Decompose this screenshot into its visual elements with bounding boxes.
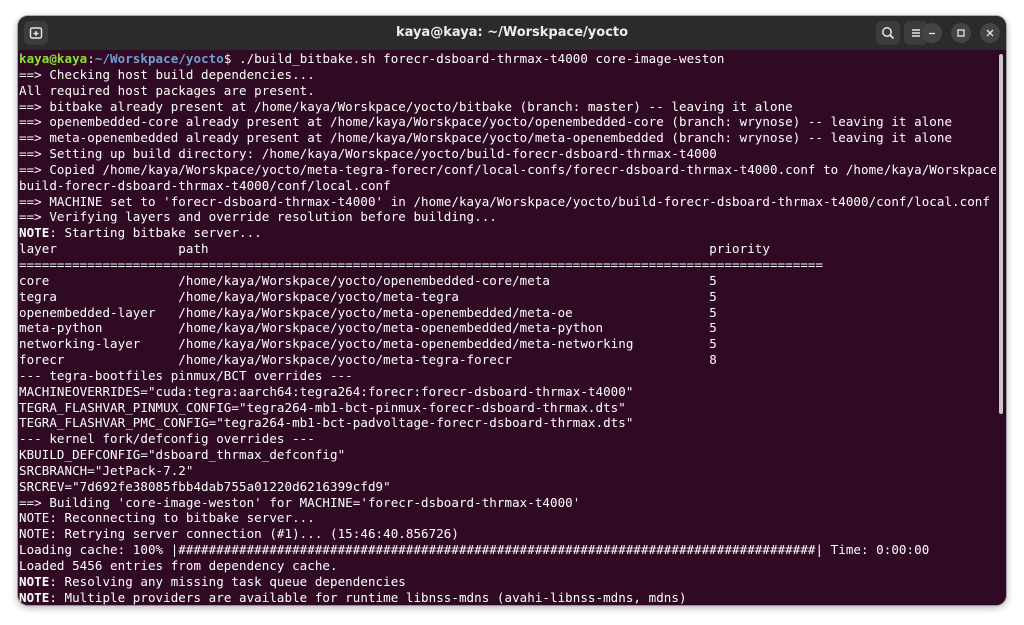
terminal-line-text: ========================================…: [19, 256, 824, 272]
prompt-user: kaya@kaya: [19, 51, 88, 66]
terminal-line-text: forecr /home/kaya/Worskpace/yocto/meta-t…: [19, 352, 717, 368]
note-prefix: NOTE: [19, 573, 50, 589]
terminal-line-text: NOTE: Retrying server connection (#1)...…: [19, 526, 459, 542]
terminal-line-text: core /home/kaya/Worskpace/yocto/openembe…: [19, 272, 717, 288]
prompt-symbol: $: [223, 51, 240, 66]
terminal-line-text: ==> bitbake already present at /home/kay…: [19, 98, 793, 114]
terminal-line: build-forecr-dsboard-thrmax-t4000/conf/l…: [19, 178, 996, 194]
terminal-line-text: TEGRA_FLASHVAR_PINMUX_CONFIG="tegra264-m…: [19, 399, 626, 415]
terminal-line-text: ==> Checking host build dependencies...: [19, 66, 315, 82]
terminal-line: Loading cache: 100% |###################…: [19, 542, 996, 558]
terminal-line-text: networking-layer /home/kaya/Worskpace/yo…: [19, 336, 717, 352]
terminal-window: kaya@kaya: ~/Worskpace/yocto kaya@kaya:~…: [18, 16, 1006, 605]
close-button[interactable]: [980, 23, 1000, 43]
terminal-line-text: MACHINEOVERRIDES="cuda:tegra:aarch64:teg…: [19, 383, 634, 399]
terminal-line-text: KBUILD_DEFCONFIG="dsboard_thrmax_defconf…: [19, 447, 346, 463]
terminal-line: NOTE: Resolving any missing task queue d…: [19, 574, 996, 590]
terminal-line: ==> Checking host build dependencies...: [19, 67, 996, 83]
terminal-line: SRCREV="7d692fe38085fbb4dab755a01220d621…: [19, 479, 996, 495]
terminal-line: ==> bitbake already present at /home/kay…: [19, 99, 996, 115]
terminal-output[interactable]: kaya@kaya:~/Worskpace/yocto$ ./build_bit…: [18, 50, 996, 605]
title-bar[interactable]: kaya@kaya: ~/Worskpace/yocto: [18, 16, 1006, 50]
terminal-line: All required host packages are present.: [19, 83, 996, 99]
terminal-line-text: : Multiple providers are available for r…: [49, 589, 687, 605]
terminal-line: ==> meta-openembedded already present at…: [19, 130, 996, 146]
terminal-line-text: layer path priority: [19, 241, 770, 257]
terminal-line: TEGRA_FLASHVAR_PMC_CONFIG="tegra264-mb1-…: [19, 415, 996, 431]
terminal-line-text: Loading cache: 100% |###################…: [19, 542, 930, 558]
terminal-line-text: All required host packages are present.: [19, 82, 315, 98]
terminal-line: NOTE: Multiple providers are available f…: [19, 590, 996, 605]
note-prefix: NOTE: [19, 589, 50, 605]
terminal-line: meta-python /home/kaya/Worskpace/yocto/m…: [19, 320, 996, 336]
terminal-line-text: : Resolving any missing task queue depen…: [49, 573, 406, 589]
terminal-line: KBUILD_DEFCONFIG="dsboard_thrmax_defconf…: [19, 447, 996, 463]
terminal-line-text: ==> meta-openembedded already present at…: [19, 130, 953, 146]
maximize-button[interactable]: [951, 23, 971, 43]
terminal-line: NOTE: Retrying server connection (#1)...…: [19, 526, 996, 542]
terminal-line: SRCBRANCH="JetPack-7.2": [19, 463, 996, 479]
terminal-line-text: meta-python /home/kaya/Worskpace/yocto/m…: [19, 320, 717, 336]
terminal-line: ==> Setting up build directory: /home/ka…: [19, 146, 996, 162]
terminal-line-text: ==> Copied /home/kaya/Worskpace/yocto/me…: [19, 161, 996, 177]
terminal-line-text: ==> openembedded-core already present at…: [19, 114, 953, 130]
minimize-button[interactable]: [922, 23, 942, 43]
terminal-line-text: Loaded 5456 entries from dependency cach…: [19, 558, 338, 573]
terminal-line: NOTE: Starting bitbake server...: [19, 225, 996, 241]
terminal-line: ==> MACHINE set to 'forecr-dsboard-thrma…: [19, 194, 996, 210]
terminal-line: ==> Verifying layers and override resolu…: [19, 209, 996, 225]
terminal-line: openembedded-layer /home/kaya/Worskpace/…: [19, 305, 996, 321]
window-title: kaya@kaya: ~/Worskpace/yocto: [395, 25, 629, 40]
terminal-line-text: ==> Verifying layers and override resolu…: [19, 209, 497, 225]
terminal-line-text: : Starting bitbake server...: [49, 225, 262, 241]
terminal-line: layer path priority: [19, 241, 996, 257]
terminal-line-text: NOTE: Reconnecting to bitbake server...: [19, 510, 315, 526]
terminal-line-text: tegra /home/kaya/Worskpace/yocto/meta-te…: [19, 288, 717, 304]
terminal-line: --- tegra-bootfiles pinmux/BCT overrides…: [19, 368, 996, 384]
scrollbar[interactable]: [996, 50, 1006, 605]
terminal-line-text: TEGRA_FLASHVAR_PMC_CONFIG="tegra264-mb1-…: [19, 415, 634, 431]
terminal-line: NOTE: Reconnecting to bitbake server...: [19, 510, 996, 526]
prompt-line: kaya@kaya:~/Worskpace/yocto$ ./build_bit…: [19, 51, 996, 67]
terminal-line-text: SRCBRANCH="JetPack-7.2": [19, 462, 194, 478]
new-tab-button[interactable]: [24, 21, 48, 45]
prompt-path: ~/Worskpace/yocto: [94, 51, 224, 66]
scrollbar-thumb[interactable]: [999, 54, 1003, 414]
output-lines: ==> Checking host build dependencies... A…: [19, 67, 996, 605]
terminal-line-text: build-forecr-dsboard-thrmax-t4000/conf/l…: [19, 177, 391, 193]
terminal-line: networking-layer /home/kaya/Worskpace/yo…: [19, 336, 996, 352]
terminal-line: ==> Copied /home/kaya/Worskpace/yocto/me…: [19, 162, 996, 178]
terminal-line-text: ==> MACHINE set to 'forecr-dsboard-thrma…: [19, 193, 990, 209]
terminal-line: TEGRA_FLASHVAR_PINMUX_CONFIG="tegra264-m…: [19, 400, 996, 416]
terminal-line-text: --- tegra-bootfiles pinmux/BCT overrides…: [19, 367, 353, 383]
prompt-separator: :: [87, 51, 95, 66]
terminal-line-text: ==> Setting up build directory: /home/ka…: [19, 146, 717, 162]
terminal-line: forecr /home/kaya/Worskpace/yocto/meta-t…: [19, 352, 996, 368]
terminal-line-text: --- kernel fork/defconfig overrides ---: [19, 431, 315, 447]
search-button[interactable]: [876, 21, 900, 45]
terminal-line: ==> Building 'core-image-weston' for MAC…: [19, 495, 996, 511]
terminal-line-text: ==> Building 'core-image-weston' for MAC…: [19, 494, 581, 510]
note-prefix: NOTE: [19, 225, 50, 241]
terminal-line: MACHINEOVERRIDES="cuda:tegra:aarch64:teg…: [19, 384, 996, 400]
terminal-line: ========================================…: [19, 257, 996, 273]
terminal-line: --- kernel fork/defconfig overrides ---: [19, 431, 996, 447]
terminal-line: ==> openembedded-core already present at…: [19, 114, 996, 130]
terminal-line: tegra /home/kaya/Worskpace/yocto/meta-te…: [19, 289, 996, 305]
prompt-command: ./build_bitbake.sh forecr-dsboard-thrmax…: [239, 51, 725, 66]
terminal-line-text: openembedded-layer /home/kaya/Worskpace/…: [19, 304, 717, 320]
terminal-line: core /home/kaya/Worskpace/yocto/openembe…: [19, 273, 996, 289]
terminal-line-text: SRCREV="7d692fe38085fbb4dab755a01220d621…: [19, 478, 391, 494]
terminal-line: Loaded 5456 entries from dependency cach…: [19, 558, 996, 574]
